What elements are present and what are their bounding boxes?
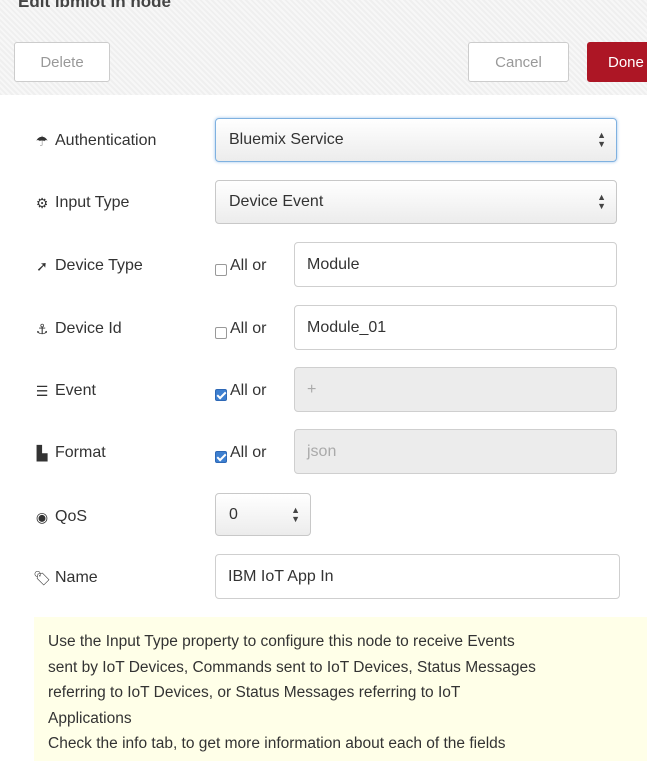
name-label: 🏷 Name xyxy=(33,569,98,586)
device-type-all-checkbox[interactable]: All or xyxy=(215,242,266,290)
format-input[interactable]: json xyxy=(294,429,617,474)
select-arrows-icon: ▲ ▼ xyxy=(291,505,300,524)
tip-line: Check the info tab, to get more informat… xyxy=(48,735,506,752)
dialog-header: Edit ibmiot in node Delete Cancel Done xyxy=(0,0,647,95)
input-type-row: ⚙ Input Type Device Event ▲ ▼ xyxy=(0,179,647,227)
event-input[interactable]: + xyxy=(294,367,617,412)
tip-line: referring to IoT Devices, or Status Mess… xyxy=(48,684,461,701)
authentication-label: ☂ Authentication xyxy=(33,117,157,165)
qos-label: ◉ QoS xyxy=(33,493,87,541)
done-button[interactable]: Done xyxy=(587,42,647,82)
device-type-label: ➚ Device Type xyxy=(33,242,143,290)
tasks-icon: ☰ xyxy=(35,382,49,399)
rocket-icon: ➚ xyxy=(36,257,48,274)
tip-line: Use the Input Type property to configure… xyxy=(48,633,515,650)
device-type-input[interactable]: Module xyxy=(294,242,617,287)
select-arrows-icon: ▲ ▼ xyxy=(597,192,606,211)
device-id-row: ⚓ Device Id All or Module_01 xyxy=(0,305,647,353)
qos-select[interactable]: 0 ▲ ▼ xyxy=(215,493,311,536)
tag-icon: 🏷 xyxy=(33,569,51,586)
authentication-select[interactable]: Bluemix Service ▲ ▼ xyxy=(215,118,617,162)
qos-row: ◉ QoS 0 ▲ ▼ xyxy=(0,493,647,541)
name-row: 🏷 Name IBM IoT App In xyxy=(0,554,647,602)
cogs-icon: ⚙ xyxy=(35,194,49,211)
event-row: ☰ Event All or + xyxy=(0,367,647,415)
checkbox-box[interactable] xyxy=(215,264,227,276)
input-type-select[interactable]: Device Event ▲ ▼ xyxy=(215,180,617,224)
checkbox-box[interactable] xyxy=(215,389,227,401)
device-id-all-checkbox[interactable]: All or xyxy=(215,305,266,353)
umbrella-icon: ☂ xyxy=(35,132,49,149)
format-row: ▙ Format All or json xyxy=(0,429,647,477)
dialog-title: Edit ibmiot in node xyxy=(18,0,171,11)
checkbox-box[interactable] xyxy=(215,451,227,463)
tip-line: Applications xyxy=(48,709,132,727)
device-id-label: ⚓ Device Id xyxy=(33,305,122,353)
radio-icon: ◉ xyxy=(35,508,49,525)
select-arrows-icon: ▲ ▼ xyxy=(597,130,606,149)
file-icon: ▙ xyxy=(36,444,48,461)
delete-button[interactable]: Delete xyxy=(14,42,110,82)
authentication-row: ☂ Authentication Bluemix Service ▲ ▼ xyxy=(0,117,647,165)
device-id-input[interactable]: Module_01 xyxy=(294,305,617,350)
anchor-icon: ⚓ xyxy=(35,320,49,337)
tip-line: sent by IoT Devices, Commands sent to Io… xyxy=(48,658,536,676)
input-type-label: ⚙ Input Type xyxy=(33,179,130,227)
format-all-checkbox[interactable]: All or xyxy=(215,429,266,477)
help-tip: Use the Input Type property to configure… xyxy=(34,617,647,761)
cancel-button[interactable]: Cancel xyxy=(468,42,569,82)
checkbox-box[interactable] xyxy=(215,327,227,339)
event-all-checkbox[interactable]: All or xyxy=(215,367,266,415)
device-type-row: ➚ Device Type All or Module xyxy=(0,242,647,290)
name-input[interactable]: IBM IoT App In xyxy=(215,554,620,599)
format-label: ▙ Format xyxy=(33,429,106,477)
event-label: ☰ Event xyxy=(33,367,96,415)
